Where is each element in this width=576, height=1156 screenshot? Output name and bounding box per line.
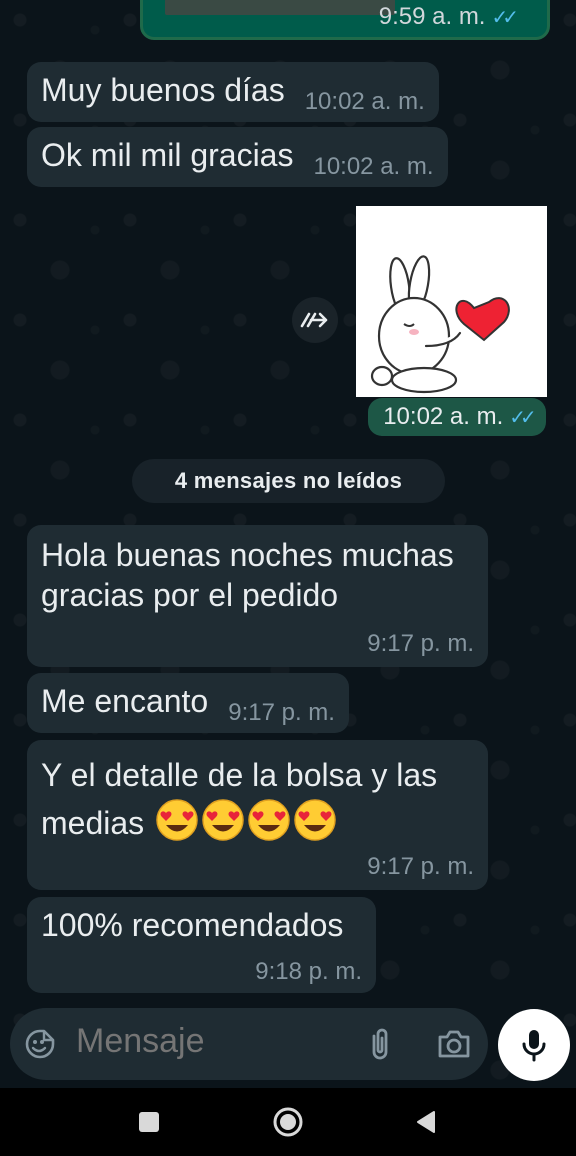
- incoming-message[interactable]: Me encanto 9:17 p. m.: [27, 673, 349, 733]
- double-check-icon: ✓✓: [491, 7, 518, 29]
- message-input-bar[interactable]: [10, 1008, 488, 1080]
- message-time: 10:02 a. m.: [304, 88, 425, 115]
- circle-icon[interactable]: [270, 1104, 306, 1140]
- emoji-heart-eyes-group: [153, 799, 337, 841]
- unread-messages-divider: 4 mensajes no leídos: [132, 459, 445, 503]
- heart-eyes-emoji: [248, 799, 290, 841]
- sticker-timestamp: 10:02 a. m. ✓✓: [368, 398, 546, 436]
- quoted-preview: [165, 0, 395, 15]
- message-time: 10:02 a. m.: [313, 153, 434, 180]
- incoming-message[interactable]: 100% recomendados 9:18 p. m.: [27, 897, 376, 993]
- forward-button[interactable]: [292, 297, 338, 343]
- message-time: 9:17 p. m.: [367, 630, 474, 657]
- incoming-message[interactable]: Hola buenas noches muchas gracias por el…: [27, 525, 488, 667]
- square-icon[interactable]: [137, 1110, 161, 1134]
- message-time: 9:59 a. m. ✓✓: [378, 3, 519, 30]
- message-text: Muy buenos días: [41, 72, 285, 108]
- message-text: Ok mil mil gracias: [41, 137, 294, 173]
- double-check-icon: ✓✓: [509, 406, 536, 429]
- message-input[interactable]: [76, 1022, 346, 1061]
- forward-icon: [300, 312, 328, 328]
- message-time: 9:17 p. m.: [367, 853, 474, 880]
- system-navigation-bar: [0, 1088, 576, 1156]
- heart-eyes-emoji: [202, 799, 244, 841]
- camera-icon[interactable]: [436, 1028, 472, 1060]
- triangle-back-icon[interactable]: [412, 1108, 440, 1136]
- voice-record-button[interactable]: [498, 1009, 570, 1081]
- message-text: Hola buenas noches muchas gracias por el…: [41, 537, 454, 613]
- heart-eyes-emoji: [294, 799, 336, 841]
- heart-eyes-emoji: [156, 799, 198, 841]
- emoji-icon[interactable]: [24, 1028, 56, 1060]
- sticker-image[interactable]: [356, 206, 547, 397]
- message-text: 100% recomendados: [41, 907, 344, 943]
- mic-icon: [522, 1030, 546, 1062]
- paperclip-icon[interactable]: [364, 1026, 396, 1062]
- incoming-message[interactable]: Ok mil mil gracias 10:02 a. m.: [27, 127, 448, 187]
- message-time: 9:17 p. m.: [228, 699, 335, 726]
- bunny-heart-sticker: [370, 255, 510, 394]
- incoming-message[interactable]: Y el detalle de la bolsa y las medias 9:…: [27, 740, 488, 890]
- incoming-message[interactable]: Muy buenos días 10:02 a. m.: [27, 62, 439, 122]
- message-time: 9:18 p. m.: [255, 958, 362, 985]
- outgoing-message-partial[interactable]: 9:59 a. m. ✓✓: [140, 0, 550, 40]
- message-text: Me encanto: [41, 683, 209, 719]
